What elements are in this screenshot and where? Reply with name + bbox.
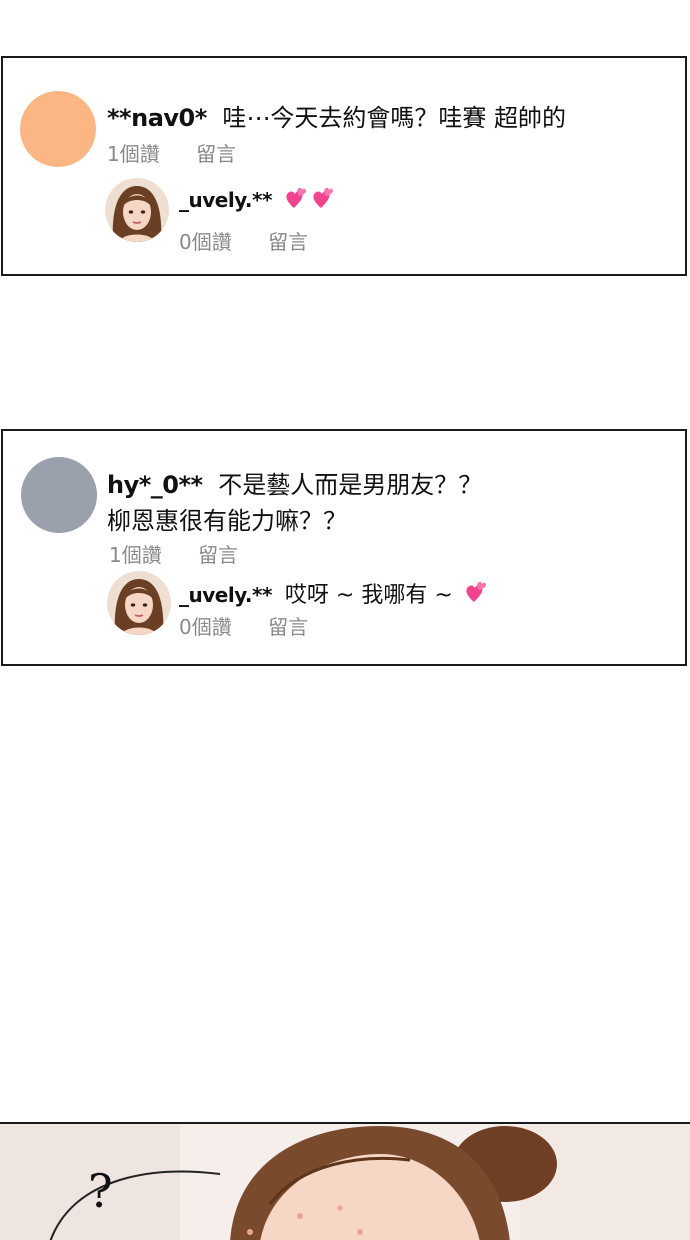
comment-text-line-1: 不是藝人而是男朋友？？ bbox=[218, 471, 483, 499]
avatar[interactable] bbox=[21, 457, 97, 533]
girl-avatar-icon bbox=[105, 178, 169, 242]
reply-meta: 0個讚 留言 bbox=[179, 611, 308, 640]
avatar[interactable] bbox=[20, 91, 96, 167]
comment-line: **nav0* 哇⋯今天去約會嗎？哇賽 超帥的 bbox=[107, 98, 566, 133]
comment-text: 哇⋯今天去約會嗎？哇賽 超帥的 bbox=[222, 104, 567, 132]
comment-meta: 1個讚 留言 bbox=[109, 539, 238, 568]
comment-meta: 1個讚 留言 bbox=[107, 138, 236, 167]
comment-panel-1: **nav0* 哇⋯今天去約會嗎？哇賽 超帥的 1個讚 留言 _uvely.** bbox=[1, 56, 687, 276]
heart-icon bbox=[464, 580, 494, 612]
girl-avatar-icon bbox=[107, 571, 171, 635]
question-mark: ? bbox=[88, 1164, 113, 1218]
reply-text: 哎呀 ~ 我哪有 ~ bbox=[284, 583, 453, 608]
like-count[interactable]: 0個讚 bbox=[179, 611, 232, 640]
avatar[interactable] bbox=[105, 178, 169, 242]
reply-meta: 0個讚 留言 bbox=[179, 226, 308, 255]
like-count[interactable]: 0個讚 bbox=[179, 226, 232, 255]
comment-text-line-2: 柳恩惠很有能力嘛？？ bbox=[107, 507, 347, 535]
reply-line: _uvely.** bbox=[179, 186, 342, 217]
reply-button[interactable]: 留言 bbox=[268, 611, 308, 640]
illustration-panel: ? bbox=[0, 1122, 690, 1240]
avatar[interactable] bbox=[107, 571, 171, 635]
comment-panel-2: hy*_0** 不是藝人而是男朋友？？ 柳恩惠很有能力嘛？？ 1個讚 留言 _u… bbox=[1, 429, 687, 666]
comment-username[interactable]: **nav0* bbox=[107, 104, 207, 132]
like-count[interactable]: 1個讚 bbox=[107, 138, 160, 167]
reply-button[interactable]: 留言 bbox=[268, 226, 308, 255]
like-count[interactable]: 1個讚 bbox=[109, 539, 162, 568]
comment-username[interactable]: hy*_0** bbox=[107, 471, 203, 499]
reply-line: _uvely.** 哎呀 ~ 我哪有 ~ bbox=[179, 577, 494, 612]
reply-username[interactable]: _uvely.** bbox=[179, 188, 272, 212]
reply-button[interactable]: 留言 bbox=[196, 138, 236, 167]
comment-line: hy*_0** 不是藝人而是男朋友？？ bbox=[107, 465, 482, 500]
reply-button[interactable]: 留言 bbox=[198, 539, 238, 568]
reply-username[interactable]: _uvely.** bbox=[179, 583, 272, 607]
heart-icon bbox=[284, 186, 342, 217]
